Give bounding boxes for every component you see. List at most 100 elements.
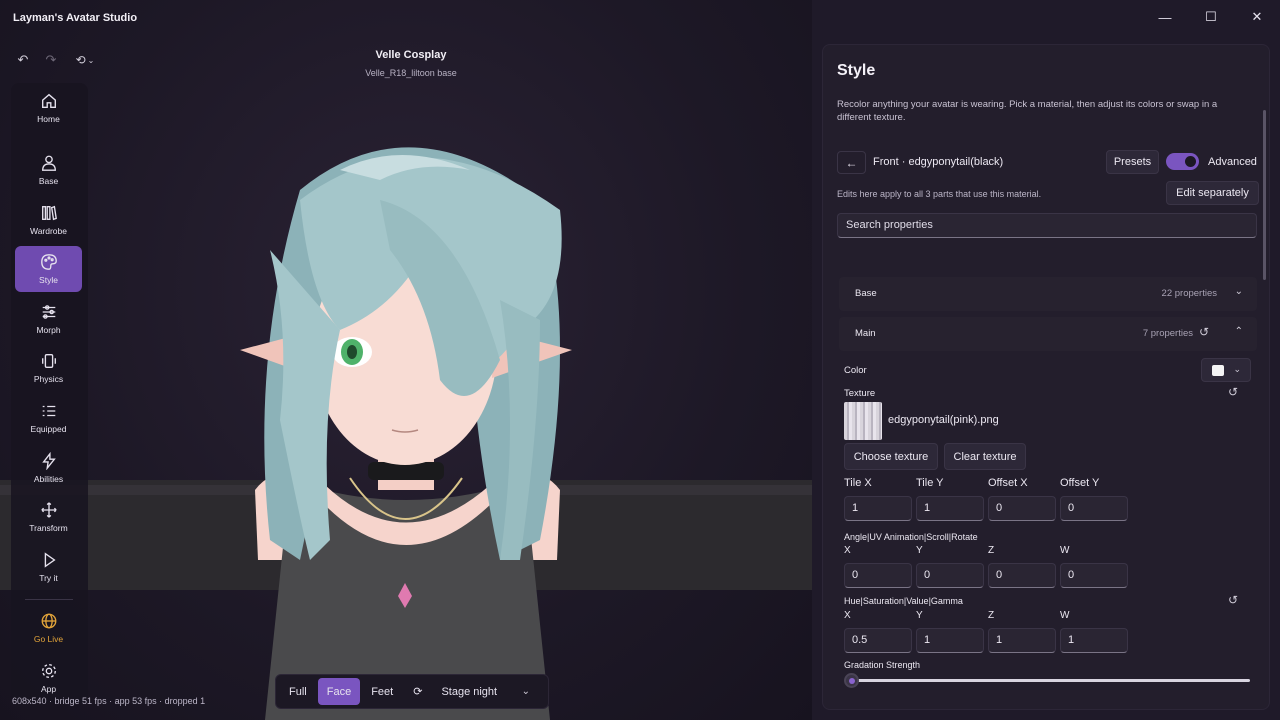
section-base[interactable]: Base 22 properties ⌄ [839,277,1257,311]
model-subtitle: Velle_R18_liltoon base [365,68,457,78]
section-count: 7 properties [1142,328,1193,339]
color-label: Color [844,365,867,376]
panel-description: Recolor anything your avatar is wearing.… [837,99,1218,123]
edit-separately-button[interactable]: Edit separately [1166,181,1259,205]
search-properties-input[interactable]: Search properties [837,213,1257,238]
play-icon [44,552,56,568]
view-face-button[interactable]: Face [317,678,361,705]
sliders-icon [42,305,55,319]
chevron-down-icon[interactable]: ⌄ [522,686,530,697]
saturation-input[interactable]: 1 [916,628,984,653]
apply-note: Edits here apply to all 3 parts that use… [837,189,1042,199]
angle-y-input[interactable]: 0 [916,563,984,588]
maximize-button[interactable]: ☐ [1188,6,1234,28]
angle-w-input[interactable]: 0 [1060,563,1128,588]
view-toolbar: Full Face Feet ⟳ Stage night ⌄ [275,674,549,709]
hue-input[interactable]: 0.5 [844,628,912,653]
texture-filename: edgyponytail(pink).png [888,414,999,426]
reset-icon[interactable]: ↺ [1199,325,1209,339]
sidebar-item-label: Morph [36,325,61,335]
performance-stats: 608x540 · bridge 51 fps · app 53 fps · d… [12,696,206,706]
style-panel: Style Recolor anything your avatar is we… [822,44,1270,710]
avatar-viewport[interactable]: Layman's Avatar Studio ↶ ↷ ⟲ ⌄ Velle Cos… [0,0,812,720]
sidebar-item-style[interactable]: Style [15,246,82,292]
arrow-left-icon: ← [845,155,858,170]
sidebar-item-label: Transform [29,523,68,533]
app-title: Layman's Avatar Studio [13,12,138,24]
view-full-button[interactable]: Full [280,678,316,705]
sidebar-item-label: App [40,684,57,694]
section-name: Main [855,328,876,339]
offset-y-input[interactable]: 0 [1060,496,1128,521]
value-input[interactable]: 1 [988,628,1056,653]
person-icon [41,155,56,171]
minimize-button[interactable]: — [1142,6,1188,28]
reset-icon[interactable]: ↺ [1228,385,1238,399]
sidebar-item-go-live[interactable]: Go Live [15,605,82,651]
axis-y-label: Y [916,610,923,621]
panel-scrollbar[interactable] [1263,110,1266,280]
tile-x-input[interactable]: 1 [844,496,912,521]
chevron-down-icon: ⌄ [1234,286,1243,297]
sidebar-item-transform[interactable]: Transform [15,494,82,540]
sidebar-item-label: Style [39,275,58,285]
sidebar-item-label: Home [37,114,60,124]
sidebar-item-label: Go Live [33,634,64,644]
view-feet-button[interactable]: Feet [362,678,402,705]
offset-x-input[interactable]: 0 [988,496,1056,521]
sidebar-item-label: Base [38,176,59,186]
close-button[interactable]: ✕ [1234,6,1280,28]
gamma-input[interactable]: 1 [1060,628,1128,653]
model-title: Velle Cosplay [375,49,447,61]
tile-x-label: Tile X [844,477,872,489]
reset-icon[interactable]: ↺ [1228,593,1238,607]
sidebar-item-morph[interactable]: Morph [15,296,82,342]
sidebar-item-app[interactable]: App [15,655,82,701]
sidebar-item-home[interactable]: Home [15,85,82,131]
angle-x-input[interactable]: 0 [844,563,912,588]
axis-z-label: Z [988,545,995,556]
texture-thumbnail [844,402,882,440]
tile-y-label: Tile Y [916,477,944,489]
offset-y-label: Offset Y [1060,477,1100,489]
close-icon: ✕ [1251,9,1263,24]
sidebar-item-abilities[interactable]: Abilities [15,445,82,491]
chevron-up-icon: ⌃ [1234,326,1243,337]
globe-icon [41,613,56,629]
refresh-icon: ⟳ [413,686,423,698]
color-swatch [1212,365,1224,376]
maximize-icon: ☐ [1205,9,1217,24]
back-button[interactable]: ← [837,151,866,174]
axis-x-label: X [844,610,851,621]
choose-texture-button[interactable]: Choose texture [844,443,938,470]
gradation-strength-label: Gradation Strength [844,660,921,670]
tile-y-input[interactable]: 1 [916,496,984,521]
sidebar: Home Base Wardrobe Style Morph Physics E… [11,83,88,703]
sidebar-item-equipped[interactable]: Equipped [15,395,82,441]
sidebar-item-label: Physics [33,374,64,384]
refresh-button[interactable]: ⟳ [404,678,431,705]
sidebar-item-base[interactable]: Base [15,147,82,193]
presets-button[interactable]: Presets [1106,150,1159,174]
advanced-label: Advanced [1208,156,1257,168]
angle-z-input[interactable]: 0 [988,563,1056,588]
home-icon [41,93,56,108]
advanced-toggle[interactable] [1166,153,1199,170]
angle-uv-label: Angle|UV Animation|Scroll|Rotate [844,532,978,542]
hsvg-label: Hue|Saturation|Value|Gamma [844,596,963,606]
sidebar-item-physics[interactable]: Physics [15,345,82,391]
list-icon [42,405,55,417]
stage-select[interactable]: Stage night [441,686,497,698]
color-picker[interactable]: ⌄ [1201,358,1251,382]
axis-y-label: Y [916,545,923,556]
gradation-slider-track[interactable] [853,679,1250,682]
gear-icon [41,664,56,678]
sidebar-item-wardrobe[interactable]: Wardrobe [15,197,82,243]
clear-texture-button[interactable]: Clear texture [944,443,1026,470]
gradation-slider-thumb[interactable] [844,673,859,688]
section-main[interactable]: Main 7 properties ↺ ⌃ [839,317,1257,351]
sidebar-item-try-it[interactable]: Try it [15,544,82,590]
axis-z-label: Z [988,610,995,621]
axis-x-label: X [844,545,851,556]
sidebar-item-label: Equipped [30,424,67,434]
